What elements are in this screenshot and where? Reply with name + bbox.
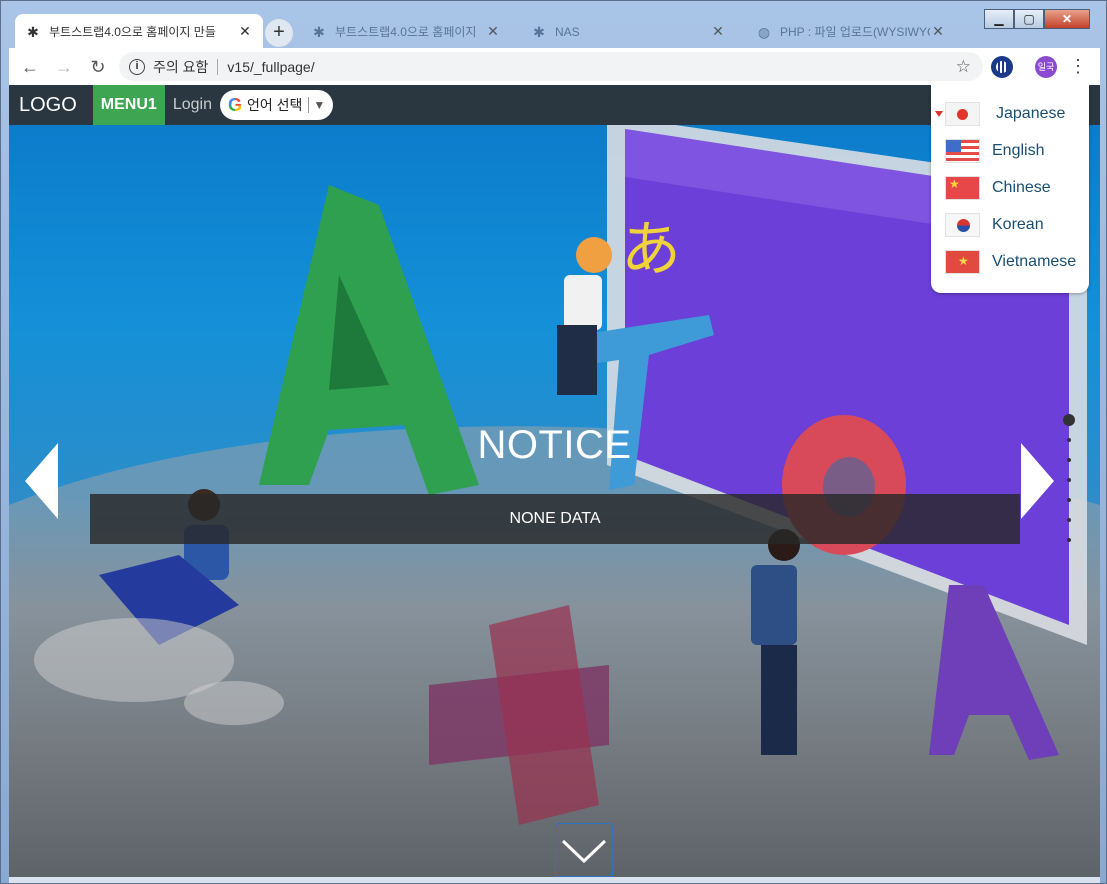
extension-icon[interactable] [991, 56, 1013, 78]
language-item-chinese[interactable]: Chinese [931, 169, 1089, 206]
close-icon[interactable]: ✕ [237, 23, 253, 40]
minimize-icon[interactable]: ▁ [984, 9, 1014, 29]
divider [308, 97, 310, 113]
page-viewport: あ LOGO MENU1 Login G 언어 선택 ▼ Japanese En… [9, 85, 1100, 877]
pager-dot[interactable] [1067, 498, 1071, 502]
tab-inactive[interactable]: ◍ PHP : 파일 업로드(WYSIWYG ✕ [746, 14, 956, 49]
maximize-icon[interactable]: ▢ [1014, 9, 1044, 29]
kebab-menu-icon[interactable]: ⋮ [1069, 54, 1087, 80]
pager-dot[interactable] [1067, 538, 1071, 542]
prev-slide-arrow-icon[interactable] [25, 443, 58, 519]
browser-window: ✱ 부트스트랩4.0으로 홈페이지 만들 ✕ + ✱ 부트스트랩4.0으로 홈페… [0, 0, 1107, 884]
window-controls: ▁ ▢ ✕ [984, 9, 1090, 29]
next-slide-arrow-icon[interactable] [1021, 443, 1054, 519]
language-label: English [992, 141, 1045, 159]
language-item-english[interactable]: English [931, 132, 1089, 169]
section-title: NOTICE [477, 423, 632, 467]
tab-inactive[interactable]: ✱ 부트스트랩4.0으로 홈페이지 ✕ [301, 14, 511, 49]
back-icon[interactable]: ← [17, 54, 43, 80]
language-menu: Japanese English Chinese Korean Vietname… [931, 85, 1089, 293]
address-bar[interactable]: i 주의 요함 v15/_fullpage/ ☆ [119, 52, 983, 81]
pager-dot[interactable] [1063, 414, 1075, 426]
new-tab-button[interactable]: + [265, 19, 293, 47]
us-flag-icon [945, 138, 980, 163]
tab-title: NAS [555, 24, 580, 39]
info-icon[interactable]: i [129, 58, 145, 75]
pager-dot[interactable] [1067, 478, 1071, 482]
url-text[interactable]: v15/_fullpage/ [227, 59, 314, 75]
avatar[interactable]: 일국 [1035, 56, 1057, 78]
menu1-link[interactable]: MENU1 [92, 85, 165, 125]
japan-flag-icon [945, 101, 980, 126]
caret-icon [935, 110, 943, 117]
korea-flag-icon [945, 212, 980, 237]
section-pager [1063, 414, 1075, 558]
language-item-vietnamese[interactable]: Vietnamese [931, 243, 1089, 280]
security-label: 주의 요함 [153, 58, 209, 75]
chevron-down-icon [561, 839, 607, 864]
bookmark-star-icon[interactable]: ☆ [956, 57, 971, 77]
tab-active[interactable]: ✱ 부트스트랩4.0으로 홈페이지 만들 ✕ [15, 14, 263, 49]
language-item-japanese[interactable]: Japanese [931, 95, 1089, 132]
language-select-label: 언어 선택 [246, 97, 303, 113]
globe-icon: ◍ [757, 23, 771, 40]
pager-dot[interactable] [1067, 438, 1071, 442]
china-flag-icon [945, 175, 980, 200]
divider [217, 58, 219, 75]
language-label: Japanese [996, 104, 1066, 122]
close-icon[interactable]: ✕ [485, 23, 501, 40]
language-select[interactable]: G 언어 선택 ▼ [219, 90, 334, 120]
pager-dot[interactable] [1067, 518, 1071, 522]
svg-text:あ: あ [621, 215, 681, 285]
login-link[interactable]: Login [173, 96, 212, 114]
notice-content: NONE DATA [90, 494, 1020, 544]
google-icon: G [227, 94, 242, 115]
close-icon[interactable]: ✕ [930, 23, 946, 40]
language-label: Vietnamese [992, 252, 1077, 270]
bug-icon: ✱ [533, 23, 545, 40]
vietnam-flag-icon [945, 249, 980, 274]
dropdown-triangle-icon: ▼ [313, 98, 326, 112]
tab-strip: ✱ 부트스트랩4.0으로 홈페이지 만들 ✕ + ✱ 부트스트랩4.0으로 홈페… [9, 9, 1098, 49]
language-label: Chinese [992, 178, 1051, 196]
window-close-icon[interactable]: ✕ [1044, 9, 1090, 29]
tab-inactive[interactable]: ✱ NAS ✕ [521, 14, 736, 49]
tab-title: 부트스트랩4.0으로 홈페이지 [335, 25, 477, 39]
site-logo[interactable]: LOGO [9, 85, 87, 125]
bug-icon: ✱ [313, 23, 325, 40]
bug-icon: ✱ [27, 23, 39, 40]
forward-icon[interactable]: → [51, 54, 77, 80]
scroll-down-button[interactable] [555, 823, 613, 877]
language-label: Korean [992, 215, 1044, 233]
language-item-korean[interactable]: Korean [931, 206, 1089, 243]
pager-dot[interactable] [1067, 458, 1071, 462]
window-bottom-edge [9, 877, 1100, 883]
close-icon[interactable]: ✕ [710, 23, 726, 40]
reload-icon[interactable]: ↻ [85, 54, 111, 80]
tab-title: 부트스트랩4.0으로 홈페이지 만들 [49, 25, 216, 39]
tab-title: PHP : 파일 업로드(WYSIWYG [780, 25, 930, 39]
browser-toolbar: ← → ↻ i 주의 요함 v15/_fullpage/ ☆ 일국 ⋮ [9, 48, 1100, 85]
